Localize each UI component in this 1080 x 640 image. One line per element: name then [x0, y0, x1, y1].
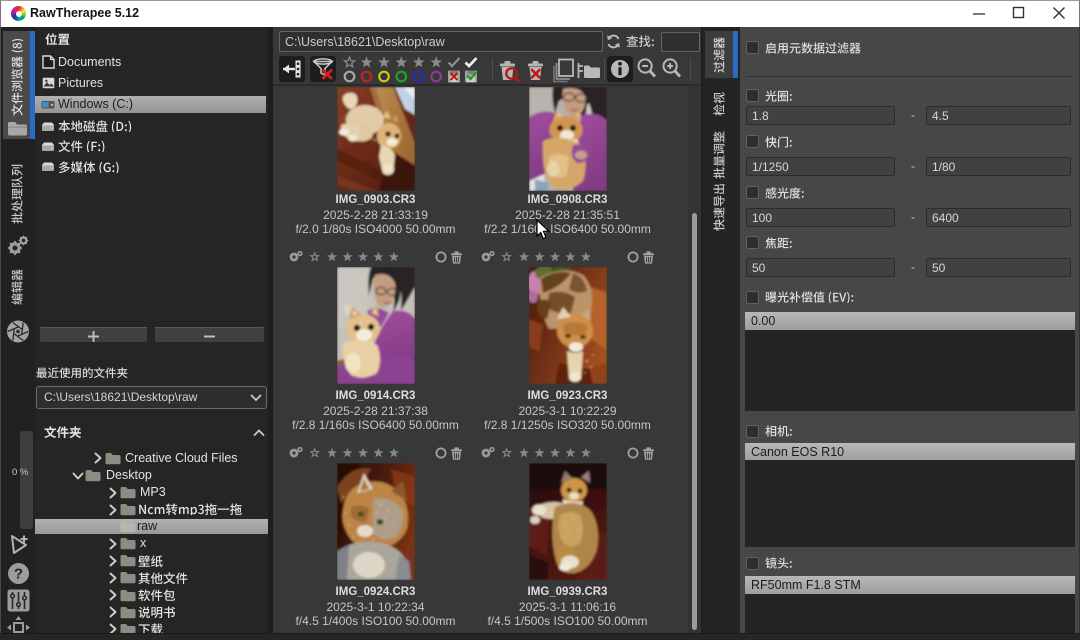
svg-text:?: ?	[14, 566, 23, 583]
